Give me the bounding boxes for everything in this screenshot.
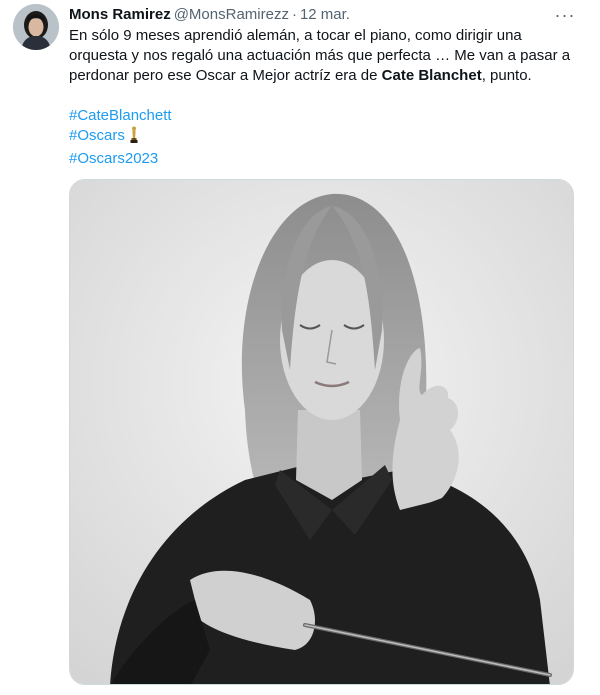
separator-dot: · — [291, 6, 297, 23]
conductor-photo — [70, 180, 573, 684]
hashtag-cateblanchett[interactable]: #CateBlanchett — [69, 106, 584, 126]
more-options-icon[interactable]: ··· — [553, 4, 577, 26]
avatar-image — [13, 4, 59, 50]
tweet-media-photo[interactable] — [69, 179, 574, 685]
more-options-glyph: ··· — [554, 4, 576, 25]
tweet-date[interactable]: 12 mar. — [300, 6, 350, 23]
tweet-body: En sólo 9 meses aprendió alemán, a tocar… — [69, 26, 584, 169]
avatar[interactable] — [13, 4, 59, 50]
hashtag-oscars[interactable]: #Oscars — [69, 127, 125, 144]
tweet-text-part2: , punto. — [481, 67, 532, 84]
tweet-header: Mons Ramirez @MonsRamirezz · 12 mar. — [69, 5, 350, 25]
tweet: Mons Ramirez @MonsRamirezz · 12 mar. ··· En… — [0, 0, 600, 695]
author-name[interactable]: Mons Ramirez — [69, 6, 171, 23]
hashtag-list: #CateBlanchett #Oscars #Oscars2023 — [69, 106, 584, 169]
author-handle[interactable]: @MonsRamirezz — [174, 6, 289, 23]
hashtag-oscars2023[interactable]: #Oscars2023 — [69, 149, 584, 169]
hashtag-oscars-row: #Oscars — [69, 126, 584, 149]
tweet-text: En sólo 9 meses aprendió alemán, a tocar… — [69, 26, 584, 86]
oscar-trophy-icon — [129, 126, 139, 149]
tweet-text-bold: Cate Blanchet — [381, 67, 482, 84]
